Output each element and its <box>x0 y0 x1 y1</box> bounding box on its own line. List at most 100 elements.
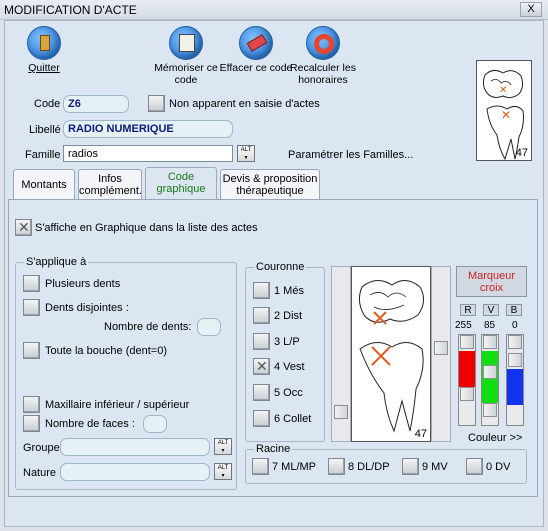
window-title: MODIFICATION D'ACTE <box>4 3 137 17</box>
racine-label-0: 0 DV <box>486 461 511 473</box>
groupe-label: Groupe <box>23 442 60 454</box>
maxillaire-label: Maxillaire inférieur / supérieur <box>45 399 190 411</box>
racine-title: Racine <box>254 443 293 455</box>
nature-label: Nature <box>23 467 57 479</box>
memorize-label: Mémoriser ce code <box>154 62 218 86</box>
green-slider[interactable] <box>481 334 499 426</box>
couronne-label-5: 5 Occ <box>274 387 303 399</box>
nombre-dents-label: Nombre de dents: <box>104 321 192 333</box>
green-thumb[interactable] <box>483 335 497 349</box>
famille-alt-button[interactable]: ALT ▾ <box>237 145 255 162</box>
dents-disjointes-checkbox[interactable] <box>23 299 40 316</box>
tooth-graphic-number: 47 <box>414 428 427 440</box>
racine-label-8: 8 DL/DP <box>348 461 390 473</box>
nombre-faces-checkbox[interactable] <box>23 415 40 432</box>
blue-thumb[interactable] <box>508 335 522 349</box>
close-button[interactable]: X <box>520 2 542 17</box>
blue-header: B <box>506 304 522 316</box>
title-bar: MODIFICATION D'ACTE <box>0 0 548 20</box>
plusieurs-dents-label: Plusieurs dents <box>45 278 121 290</box>
code-label: Code <box>34 98 61 110</box>
svg-text:✕: ✕ <box>499 85 507 96</box>
tooth-number: 47 <box>515 147 528 159</box>
quit-label: Quitter <box>28 62 60 74</box>
couronne-checkbox-5[interactable] <box>253 384 270 401</box>
quit-button[interactable]: Quitter <box>4 26 84 74</box>
non-apparent-checkbox[interactable] <box>148 95 165 112</box>
blue-fill <box>507 369 523 405</box>
blue-slider[interactable] <box>506 334 524 426</box>
recalculate-label: Recalculer les honoraires <box>290 62 356 86</box>
couleur-button[interactable]: Couleur >> <box>468 432 522 444</box>
red-value: 255 <box>455 320 472 331</box>
blue-value: 0 <box>512 320 518 331</box>
couronne-label-4: 4 Vest <box>274 361 305 373</box>
couronne-checkbox-2[interactable] <box>253 307 270 324</box>
racine-checkbox-9[interactable] <box>402 458 419 475</box>
famille-input[interactable]: radios <box>63 145 233 162</box>
parametrer-familles-link[interactable]: Paramétrer les Familles... <box>288 149 413 161</box>
tooth-graphic[interactable]: 47 <box>351 266 431 442</box>
molar-tooth-icon <box>358 280 424 433</box>
green-thumb-mid[interactable] <box>483 365 497 379</box>
red-slider[interactable] <box>458 334 476 426</box>
couronne-checkbox-1[interactable] <box>253 282 270 299</box>
checkmark-icon: ✕ <box>256 358 268 374</box>
lifebuoy-icon <box>306 26 340 60</box>
racine-checkbox-8[interactable] <box>328 458 345 475</box>
green-header: V <box>483 304 499 316</box>
non-apparent-label: Non apparent en saisie d'actes <box>169 98 320 110</box>
blue-thumb-mid[interactable] <box>508 353 522 367</box>
exit-door-icon <box>27 26 61 60</box>
scroll-thumb[interactable] <box>334 405 348 419</box>
nombre-faces-field[interactable] <box>143 415 167 433</box>
green-thumb-bottom[interactable] <box>483 403 497 417</box>
alt-label: ALT <box>217 465 229 471</box>
tab-infos-complement[interactable]: Infos complément. <box>78 169 142 200</box>
racine-checkbox-0[interactable] <box>466 458 483 475</box>
groupe-alt-button[interactable]: ALT ▾ <box>214 438 232 455</box>
maxillaire-checkbox[interactable] <box>23 396 40 413</box>
applies-to-title: S'applique à <box>24 256 89 268</box>
red-fill <box>459 351 475 387</box>
racine-checkbox-7[interactable] <box>252 458 269 475</box>
eraser-icon <box>239 26 273 60</box>
marqueur-croix-button[interactable]: Marqueur croix <box>456 266 527 297</box>
couronne-label-6: 6 Collet <box>274 413 312 425</box>
libelle-field[interactable]: RADIO NUMERIQUE <box>63 120 233 138</box>
toute-bouche-checkbox[interactable] <box>23 342 40 359</box>
groupe-input[interactable] <box>60 438 210 456</box>
racine-label-9: 9 MV <box>422 461 448 473</box>
scroll-thumb[interactable] <box>434 341 448 355</box>
tooth-preview: ✕ ✕ 47 <box>476 60 532 161</box>
red-thumb-bottom[interactable] <box>460 387 474 401</box>
couronne-label-3: 3 L/P <box>274 336 300 348</box>
nature-input[interactable] <box>60 463 210 481</box>
tab-devis-proposition[interactable]: Devis & proposition thérapeutique <box>220 169 320 200</box>
nature-alt-button[interactable]: ALT ▾ <box>214 463 232 480</box>
tooth-scrollbar-left[interactable] <box>331 266 351 442</box>
couronne-checkbox-6[interactable] <box>253 410 270 427</box>
alt-label: ALT <box>240 147 252 153</box>
memorize-icon <box>169 26 203 60</box>
couronne-label-1: 1 Més <box>274 285 304 297</box>
svg-text:✕: ✕ <box>501 108 511 122</box>
red-header: R <box>460 304 476 316</box>
tab-montants[interactable]: Montants <box>13 169 75 200</box>
nombre-faces-label: Nombre de faces : <box>45 418 135 430</box>
memorize-code-button[interactable]: Mémoriser ce code <box>146 26 226 86</box>
couronne-checkbox-4[interactable]: ✕ <box>253 358 270 375</box>
libelle-label: Libellé <box>29 124 61 136</box>
green-value: 85 <box>484 320 496 331</box>
graph-display-checkbox[interactable]: ✕ <box>15 219 32 236</box>
red-thumb[interactable] <box>460 335 474 349</box>
couronne-checkbox-3[interactable] <box>253 333 270 350</box>
graph-display-label: S'affiche en Graphique dans la liste des… <box>35 222 258 234</box>
recalculate-fees-button[interactable]: Recalculer les honoraires <box>283 26 363 86</box>
tooth-scrollbar-right[interactable] <box>431 266 451 442</box>
nombre-dents-field[interactable] <box>197 318 221 336</box>
code-field[interactable]: Z6 <box>63 95 129 113</box>
tab-code-graphique[interactable]: Code graphique <box>145 167 217 200</box>
plusieurs-dents-checkbox[interactable] <box>23 275 40 292</box>
dents-disjointes-label: Dents disjointes : <box>45 302 129 314</box>
